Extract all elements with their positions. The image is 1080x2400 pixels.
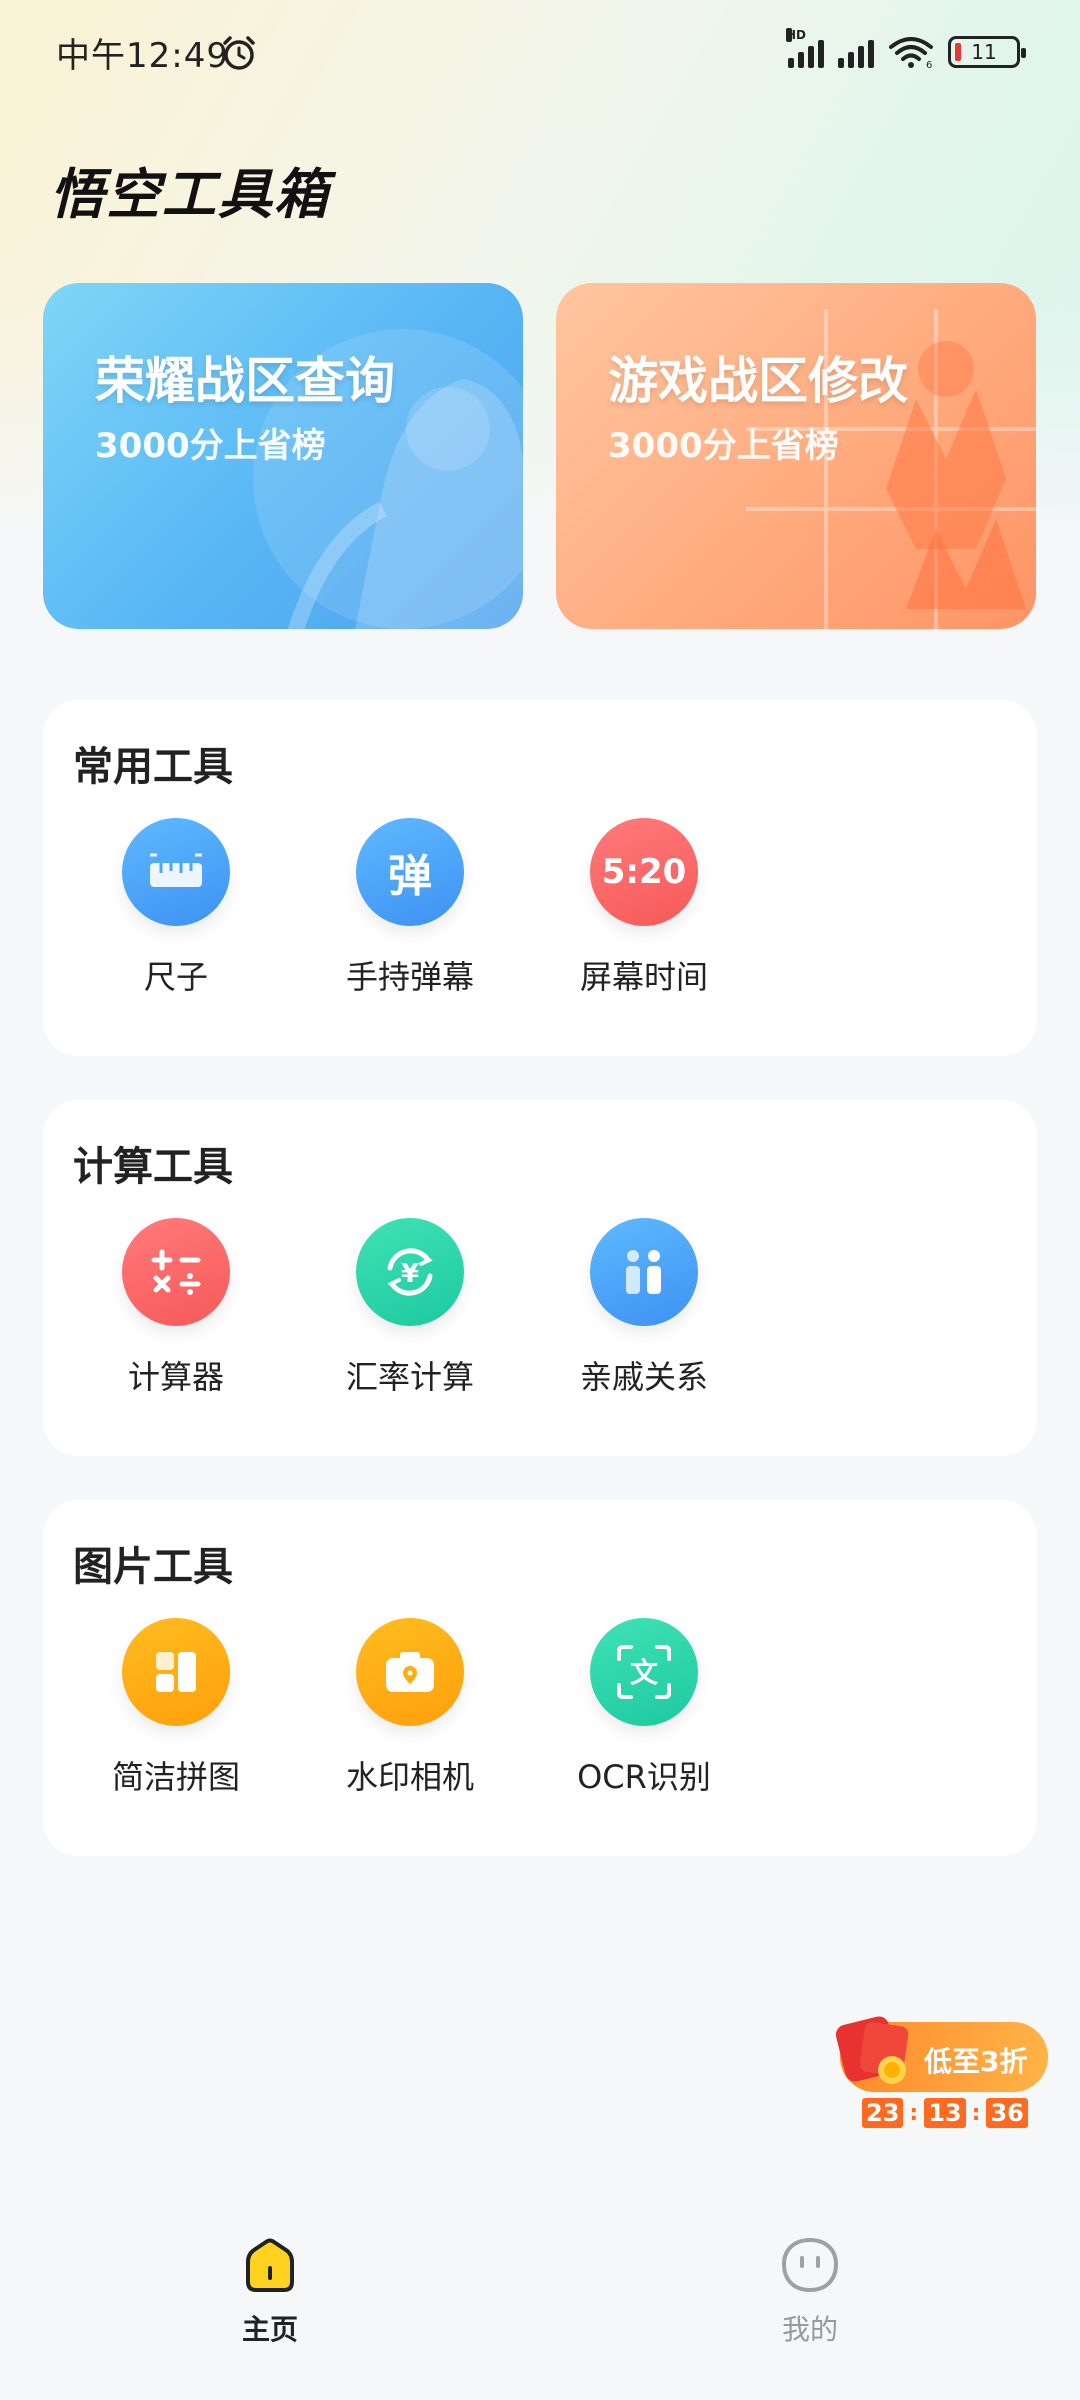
tool-label: 手持弹幕 [345,958,474,996]
banner-subtitle: 3000分上省榜 [608,426,839,466]
tool-label: 计算器 [127,1358,224,1396]
nav-tab-home[interactable]: 主页 [210,2236,330,2348]
battery-percent: 11 [971,40,997,64]
section-calc-tools: 计算工具 计算器 ¥ 汇率计算 亲戚关系 [43,1100,1037,1456]
tool-barrage[interactable]: 弹 手持弹幕 [293,818,527,1028]
tool-label: 屏幕时间 [579,958,708,996]
svg-text:¥: ¥ [401,1259,419,1289]
profile-icon [781,2237,839,2293]
section-title: 图片工具 [73,1544,233,1590]
tool-ruler[interactable]: 尺子 [59,818,293,1028]
calculator-icon [122,1218,230,1326]
exchange-rate-icon: ¥ [356,1218,464,1326]
cellular-signal-2-icon [838,36,874,68]
tool-label: 汇率计算 [345,1358,474,1396]
countdown-separator: : [971,2100,981,2126]
relatives-icon [590,1218,698,1326]
home-icon [246,2238,294,2292]
tool-label: 水印相机 [345,1758,474,1796]
collage-icon [122,1618,230,1726]
status-bar: 中午12:49 HD 6 11 [0,0,1080,104]
banner-zone-modify[interactable]: 游戏战区修改 3000分上省榜 [556,283,1036,629]
tool-exchange-rate[interactable]: ¥ 汇率计算 [293,1218,527,1428]
watermark-camera-icon [356,1618,464,1726]
ocr-icon: 文 [590,1618,698,1726]
battery-level [955,43,961,61]
screen-time-icon: 5:20 [590,818,698,926]
bottom-nav: 主页 我的 [0,2190,1080,2400]
countdown-hours: 23 [862,2098,904,2128]
nav-tab-mine[interactable]: 我的 [750,2236,870,2348]
banner-subtitle: 3000分上省榜 [95,426,326,466]
tool-collage[interactable]: 简洁拼图 [59,1618,293,1828]
network-type-label: HD [786,28,807,42]
countdown-separator: : [909,2100,919,2126]
svg-text:文: 文 [630,1656,658,1689]
promo-countdown: 23 : 13 : 36 [862,2098,1028,2128]
wifi-sub-label: 6 [926,60,932,69]
tool-label: 亲戚关系 [579,1358,708,1396]
cellular-signal-icon: HD [786,28,824,68]
nav-label: 我的 [781,2313,838,2346]
tool-label: 简洁拼图 [111,1758,240,1796]
section-common-tools: 常用工具 尺子 弹 手持弹幕 5:20 屏幕时间 [43,700,1037,1056]
tool-ocr[interactable]: 文 OCR识别 [527,1618,761,1828]
nav-label: 主页 [241,2313,298,2346]
banner-title: 荣耀战区查询 [95,352,395,410]
section-title: 常用工具 [73,744,233,790]
countdown-seconds: 36 [986,2098,1028,2128]
tool-screen-time[interactable]: 5:20 屏幕时间 [527,818,761,1028]
tool-relatives[interactable]: 亲戚关系 [527,1218,761,1428]
barrage-icon: 弹 [356,818,464,926]
section-image-tools: 图片工具 简洁拼图 水印相机 文 OCR识别 [43,1500,1037,1856]
battery-icon: 11 [948,36,1026,68]
red-envelope-icon [835,2016,909,2084]
countdown-minutes: 13 [924,2098,966,2128]
status-time: 中午12:49 [56,36,229,76]
status-icons: HD 6 11 [786,28,1026,72]
section-title: 计算工具 [73,1144,233,1190]
tool-calculator[interactable]: 计算器 [59,1218,293,1428]
promo-text: 低至3折 [924,2045,1028,2078]
page-title: 悟空工具箱 [50,163,330,226]
alarm-icon [223,36,255,70]
tool-label: 尺子 [143,958,208,996]
tool-watermark-camera[interactable]: 水印相机 [293,1618,527,1828]
ruler-icon [122,818,230,926]
tool-label: OCR识别 [577,1758,711,1796]
wifi-icon: 6 [889,37,933,69]
banner-title: 游戏战区修改 [608,352,908,410]
promo-float-button[interactable]: 低至3折 23 : 13 : 36 [832,2010,1050,2134]
banner-zone-query[interactable]: 荣耀战区查询 3000分上省榜 [43,283,523,629]
